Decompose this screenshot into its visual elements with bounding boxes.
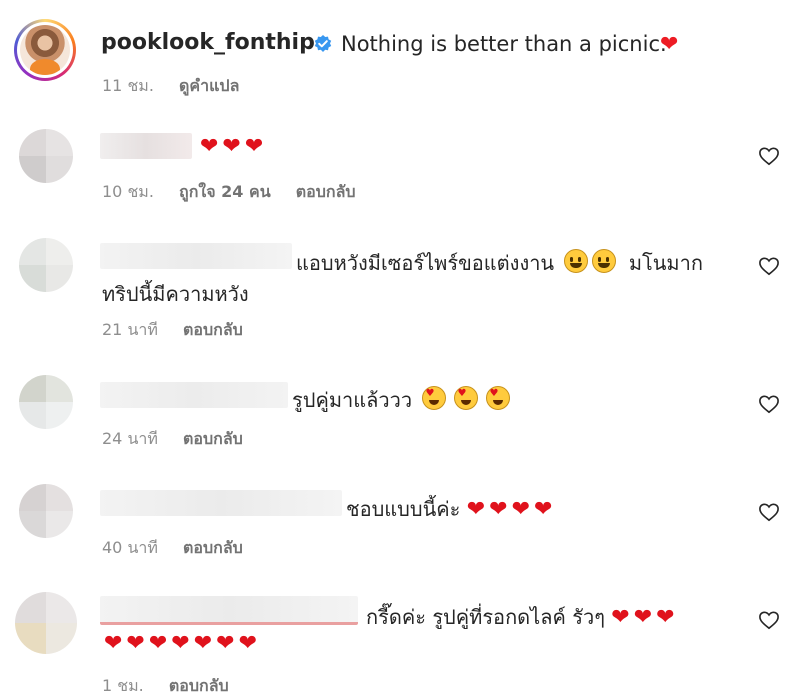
post-caption: Nothing is better than a picnic. <box>341 32 667 56</box>
comment-time: 24 นาที <box>102 429 158 448</box>
caption-meta: 11 ชม. ดูคำแปล <box>102 74 239 99</box>
author-username[interactable]: pooklook_fonthip <box>101 30 315 55</box>
comment-text: กรี๊ดค่ะ รูปคู่ที่รอกดไลค์ รัวๆ ❤❤❤ <box>366 601 679 633</box>
comment-meta: 21 นาที ตอบกลับ <box>102 318 243 343</box>
heart-emojis: ❤❤❤❤ <box>466 497 557 522</box>
avatar-photo <box>20 25 70 75</box>
comment-meta: 40 นาที ตอบกลับ <box>102 536 243 561</box>
see-translation-button[interactable]: ดูคำแปล <box>179 76 239 95</box>
heart-eyes-emoji <box>454 386 479 410</box>
verified-badge-icon <box>314 35 332 52</box>
comment-time: 40 นาที <box>102 538 158 557</box>
author-avatar[interactable] <box>14 19 76 81</box>
comment-avatar[interactable] <box>19 129 73 183</box>
red-heart-emoji: ❤ <box>660 32 679 57</box>
heart-eyes-emoji <box>422 386 447 410</box>
like-heart-icon[interactable] <box>758 502 780 522</box>
comment-avatar[interactable] <box>15 592 77 654</box>
comment-time: 21 นาที <box>102 320 158 339</box>
comment-text-after: มโนมาก <box>628 251 703 275</box>
comment-text-main: รูปคู่มาแล้ววว <box>292 388 413 412</box>
heart-emojis: ❤❤❤ <box>200 134 268 159</box>
caption-time: 11 ชม. <box>102 76 154 95</box>
like-heart-icon[interactable] <box>758 146 780 166</box>
reply-button[interactable]: ตอบกลับ <box>183 320 243 339</box>
comment-avatar[interactable] <box>19 238 73 292</box>
blurred-username <box>100 243 292 269</box>
comment-time: 1 ชม. <box>102 676 144 695</box>
comment-avatar[interactable] <box>19 484 73 538</box>
comment-text-main: ชอบแบบนี้ค่ะ <box>346 497 461 521</box>
comment-text: แอบหวังมีเซอร์ไพร์ขอแต่งงาน มโนมาก <box>296 247 703 279</box>
grinning-face-emoji <box>592 249 617 273</box>
heart-emojis-line2: ❤❤❤❤❤❤❤ <box>104 631 262 656</box>
comment-text-main: แอบหวังมีเซอร์ไพร์ขอแต่งงาน <box>296 251 555 275</box>
comment-meta: 1 ชม. ตอบกลับ <box>102 674 229 699</box>
comment-likes-count[interactable]: ถูกใจ 24 คน <box>179 182 271 201</box>
comment-meta: 24 นาที ตอบกลับ <box>102 427 243 452</box>
like-heart-icon[interactable] <box>758 610 780 630</box>
comment-avatar[interactable] <box>19 375 73 429</box>
comment-text: รูปคู่มาแล้ววว <box>292 384 511 416</box>
blurred-username <box>100 382 288 408</box>
reply-button[interactable]: ตอบกลับ <box>183 429 243 448</box>
like-heart-icon[interactable] <box>758 256 780 276</box>
reply-button[interactable]: ตอบกลับ <box>169 676 229 695</box>
comment-text-line2: ทริปนี้มีความหวัง <box>102 282 249 306</box>
reply-button[interactable]: ตอบกลับ <box>183 538 243 557</box>
blurred-username <box>100 490 342 516</box>
reply-button[interactable]: ตอบกลับ <box>296 182 356 201</box>
comment-meta: 10 ชม. ถูกใจ 24 คน ตอบกลับ <box>102 180 356 205</box>
comment-time: 10 ชม. <box>102 182 154 201</box>
blurred-username <box>100 133 192 159</box>
like-heart-icon[interactable] <box>758 394 780 414</box>
blurred-username <box>100 596 358 625</box>
grinning-face-emoji <box>564 249 589 273</box>
heart-emojis: ❤❤❤ <box>611 605 679 630</box>
comment-text-main: กรี๊ดค่ะ รูปคู่ที่รอกดไลค์ รัวๆ <box>366 605 605 629</box>
heart-eyes-emoji <box>486 386 511 410</box>
comment-text: ชอบแบบนี้ค่ะ ❤❤❤❤ <box>346 493 556 525</box>
